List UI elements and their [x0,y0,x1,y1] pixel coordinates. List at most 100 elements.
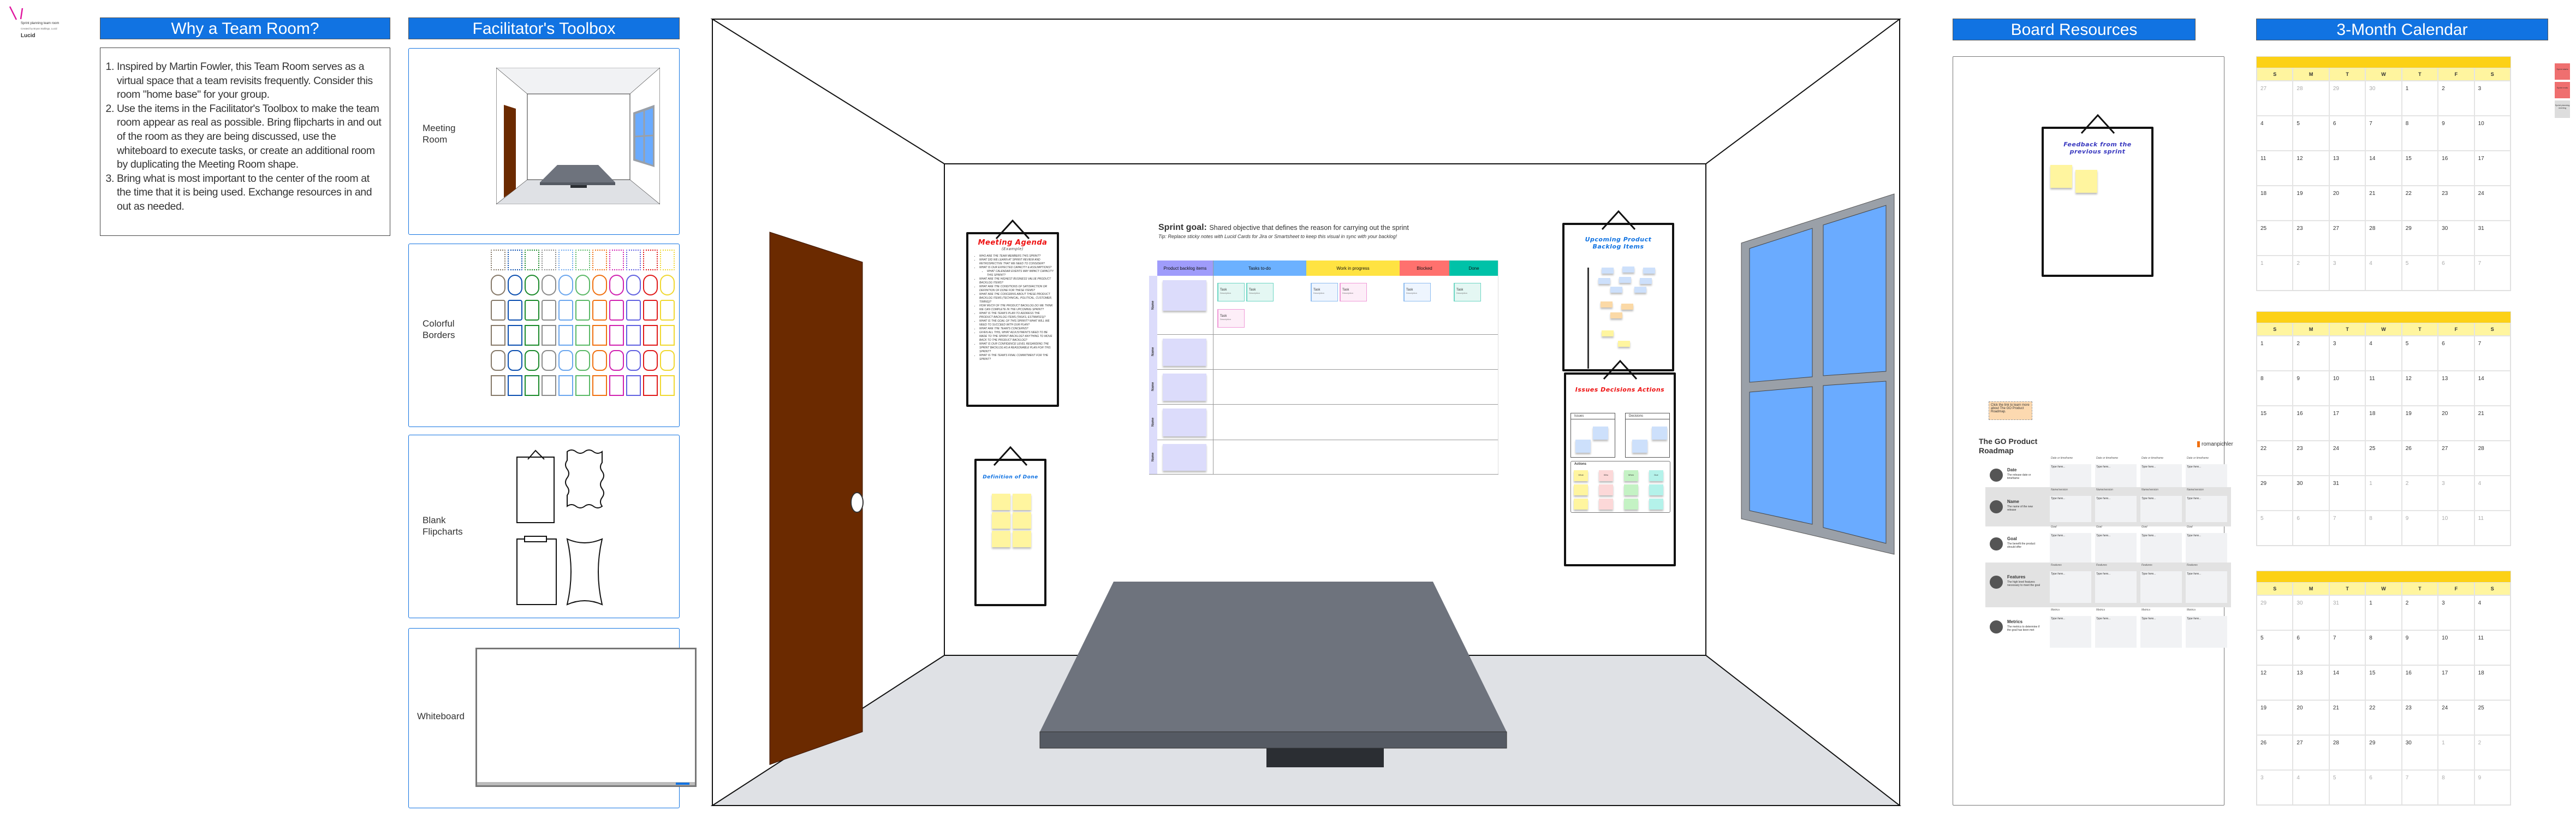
day-cell[interactable]: 10 [2438,511,2474,546]
day-cell[interactable]: 8 [2438,770,2474,805]
day-cell[interactable]: 31 [2329,476,2366,511]
day-cell[interactable]: 5 [2257,630,2293,665]
roadmap-cell[interactable]: Type here... [2050,464,2091,488]
day-cell[interactable]: 7 [2329,511,2366,546]
day-cell[interactable]: 11 [2474,630,2510,665]
day-cell[interactable]: 30 [2401,735,2438,770]
day-cell[interactable]: 9 [2401,511,2438,546]
roadmap-cell[interactable]: Type here... [2095,571,2137,603]
agenda-flipchart[interactable]: Meeting Agenda (Example) Who are the tea… [966,219,1059,407]
roadmap-link-note[interactable]: Click the link to learn more about The G… [1989,401,2032,420]
sticky-note[interactable] [1618,341,1630,347]
day-cell[interactable]: 1 [2438,735,2474,770]
sticky-note[interactable] [1013,531,1031,547]
day-cell[interactable]: 3 [2257,770,2293,805]
day-cell[interactable]: 20 [2329,186,2366,221]
day-cell[interactable]: 1 [2257,256,2293,291]
day-cell[interactable]: 5 [2329,770,2366,805]
day-cell[interactable]: 30 [2438,221,2474,256]
sticky-note[interactable] [1610,312,1622,318]
task-card[interactable]: Task Description [1217,309,1245,328]
day-cell[interactable]: 31 [2329,595,2366,630]
day-cell[interactable]: 9 [2438,116,2474,151]
day-cell[interactable]: 3 [2438,595,2474,630]
day-cell[interactable]: 27 [2257,81,2293,116]
day-cell[interactable]: 12 [2401,371,2438,406]
day-cell[interactable]: 14 [2474,371,2510,406]
issues-decisions-actions-flipchart[interactable]: Issues Decisions Actions Issues Decision… [1564,359,1676,566]
sticky-note[interactable] [1602,330,1614,336]
day-cell[interactable]: 18 [2257,186,2293,221]
day-cell[interactable]: 22 [2365,700,2402,735]
backlog-item-sticky[interactable] [1163,444,1206,471]
roadmap-cell[interactable]: Type here... [2050,496,2091,522]
sticky-note[interactable] [992,494,1010,510]
day-cell[interactable]: 7 [2474,336,2510,371]
decisions-box[interactable]: Decisions [1625,413,1670,458]
day-cell[interactable]: 27 [2438,441,2474,476]
roadmap-cell[interactable]: Type here... [2050,616,2091,648]
sticky-note[interactable] [1640,278,1652,284]
day-cell[interactable]: 29 [2329,81,2366,116]
day-cell[interactable]: 26 [2257,735,2293,770]
sticky-note[interactable] [1601,301,1613,307]
day-cell[interactable]: 13 [2329,151,2366,186]
day-cell[interactable]: 22 [2401,186,2438,221]
day-cell[interactable]: 30 [2365,81,2402,116]
roadmap-cell[interactable]: Type here... [2140,533,2182,565]
sticky-note[interactable] [992,512,1010,529]
day-cell[interactable]: 4 [2293,770,2329,805]
backlog-item-sticky[interactable] [1163,339,1206,366]
day-cell[interactable]: 21 [2365,186,2402,221]
day-cell[interactable]: 4 [2474,476,2510,511]
day-cell[interactable]: 29 [2365,735,2402,770]
sticky-note[interactable] [1602,268,1614,274]
day-cell[interactable]: 4 [2257,116,2293,151]
task-card[interactable]: Task Description [1340,283,1367,301]
day-cell[interactable]: 30 [2293,476,2329,511]
day-cell[interactable]: 8 [2365,630,2402,665]
backlog-item-sticky[interactable] [1163,280,1206,311]
day-cell[interactable]: 1 [2365,476,2402,511]
day-cell[interactable]: 10 [2329,371,2366,406]
day-cell[interactable]: 1 [2401,81,2438,116]
day-cell[interactable]: 20 [2438,406,2474,441]
day-cell[interactable]: 6 [2365,770,2402,805]
day-cell[interactable]: 13 [2293,665,2329,700]
day-cell[interactable]: 10 [2474,116,2510,151]
day-cell[interactable]: 16 [2401,665,2438,700]
day-cell[interactable]: 14 [2329,665,2366,700]
day-cell[interactable]: 11 [2257,151,2293,186]
day-cell[interactable]: 16 [2293,406,2329,441]
action-sticky[interactable] [1624,499,1638,510]
day-cell[interactable]: 28 [2293,81,2329,116]
day-cell[interactable]: 30 [2293,595,2329,630]
sticky-note[interactable] [1013,494,1031,510]
sticky-note[interactable] [1619,277,1631,283]
day-cell[interactable]: 23 [2293,221,2329,256]
day-cell[interactable]: 23 [2293,441,2329,476]
day-cell[interactable]: 7 [2365,116,2402,151]
day-cell[interactable]: 28 [2329,735,2366,770]
actions-box[interactable]: Actions What Who When Due [1570,461,1670,513]
task-card[interactable]: Task Description [1454,283,1481,301]
roadmap-cell[interactable]: Type here... [2140,571,2182,603]
side-note-sprint-starts[interactable]: Sprint starts [2555,63,2570,80]
day-cell[interactable]: 3 [2438,476,2474,511]
roadmap-cell[interactable]: Type here... [2095,496,2137,522]
roadmap-cell[interactable]: Type here... [2050,571,2091,603]
day-cell[interactable]: 29 [2257,476,2293,511]
action-sticky[interactable] [1649,484,1663,495]
action-sticky[interactable]: Due [1649,470,1663,481]
day-cell[interactable]: 27 [2329,221,2366,256]
day-cell[interactable]: 8 [2257,371,2293,406]
day-cell[interactable]: 4 [2365,336,2402,371]
day-cell[interactable]: 19 [2257,700,2293,735]
day-cell[interactable]: 5 [2401,256,2438,291]
day-cell[interactable]: 22 [2257,441,2293,476]
day-cell[interactable]: 29 [2401,221,2438,256]
roadmap-cell[interactable]: Type here... [2186,496,2227,522]
day-cell[interactable]: 14 [2365,151,2402,186]
task-card[interactable]: Task Description [1246,283,1274,301]
day-cell[interactable]: 23 [2401,700,2438,735]
